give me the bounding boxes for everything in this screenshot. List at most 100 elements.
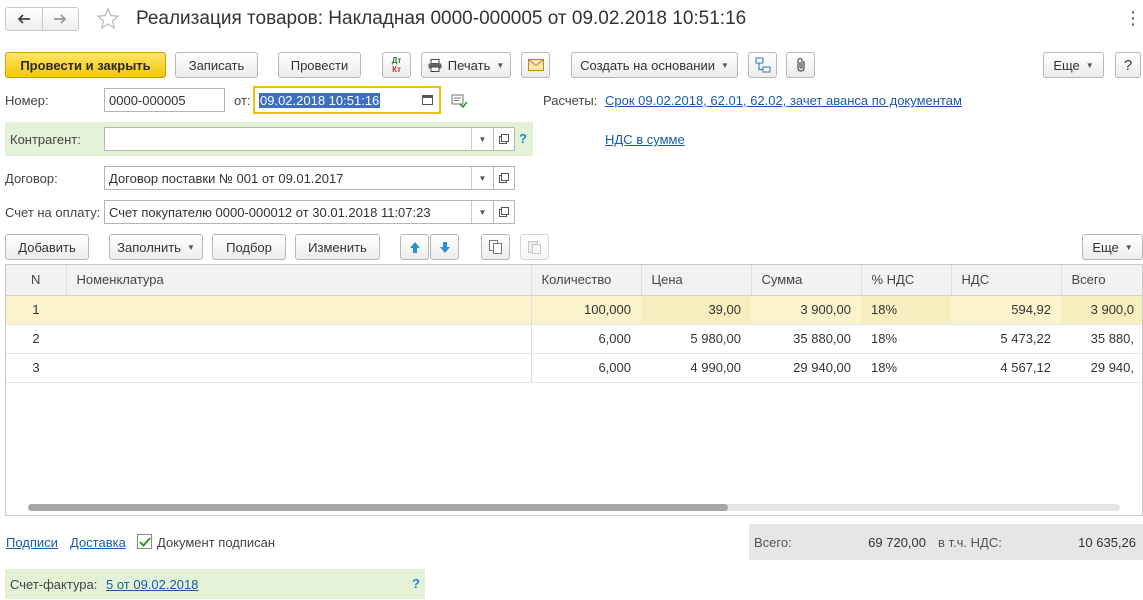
column-header-total[interactable]: Всего (1061, 265, 1142, 296)
cell-vat-rate[interactable]: 18% (861, 295, 951, 325)
chevron-down-icon: ▼ (1085, 60, 1094, 70)
goods-table: N Номенклатура Количество Цена Сумма % Н… (5, 264, 1143, 516)
invoice-field[interactable]: Счет покупателю 0000-000012 от 30.01.201… (104, 200, 494, 224)
cell-qty[interactable]: 100,000 (531, 295, 641, 325)
paste-icon (527, 240, 542, 254)
column-header-vat-rate[interactable]: % НДС (861, 265, 952, 296)
print-button[interactable]: Печать ▼ (421, 52, 511, 78)
contract-open-button[interactable] (493, 166, 515, 190)
cell-item[interactable] (66, 353, 532, 383)
history-icon[interactable] (451, 94, 468, 111)
column-header-qty[interactable]: Количество (531, 265, 642, 296)
cell-total[interactable]: 3 900,0 (1061, 295, 1142, 325)
settlements-link[interactable]: Срок 09.02.2018, 62.01, 62.02, зачет ава… (605, 93, 962, 108)
contract-label: Договор: (5, 171, 58, 186)
window-menu-button[interactable]: ⋮ (1124, 8, 1142, 29)
invoice-dropdown[interactable]: ▼ (471, 201, 493, 223)
create-based-on-label: Создать на основании (580, 57, 715, 73)
contract-field[interactable]: Договор поставки № 001 от 09.01.2017 (104, 166, 494, 190)
table-row[interactable]: 2 6,000 5 980,00 35 880,00 18% 5 473,22 … (6, 324, 1142, 354)
arrow-down-icon (439, 241, 451, 254)
chevron-down-icon: ▼ (186, 242, 195, 252)
save-button[interactable]: Записать (175, 52, 258, 78)
column-header-price[interactable]: Цена (641, 265, 752, 296)
chevron-down-icon: ▼ (496, 60, 505, 70)
more-button[interactable]: Еще ▼ (1043, 52, 1104, 78)
invoice-facture-help[interactable]: ? (412, 576, 420, 591)
email-button[interactable] (521, 52, 550, 78)
cell-sum[interactable]: 35 880,00 (751, 324, 861, 354)
signatures-link[interactable]: Подписи (6, 535, 58, 550)
select-button[interactable]: Подбор (212, 234, 286, 260)
signed-label: Документ подписан (157, 535, 276, 550)
cell-n: 2 (6, 324, 66, 354)
help-button[interactable]: ? (1115, 52, 1141, 78)
post-button[interactable]: Провести (278, 52, 361, 78)
table-row[interactable]: 1 100,000 39,00 3 900,00 18% 594,92 3 90… (6, 295, 1142, 325)
cell-qty[interactable]: 6,000 (531, 324, 641, 354)
table-more-button[interactable]: Еще ▼ (1082, 234, 1143, 260)
column-header-item[interactable]: Номенклатура (66, 265, 532, 296)
horizontal-scrollbar[interactable] (28, 504, 1120, 511)
copy-row-button[interactable] (481, 234, 510, 260)
invoice-open-button[interactable] (493, 200, 515, 224)
cell-price[interactable]: 5 980,00 (641, 324, 751, 354)
signed-checkbox[interactable] (137, 534, 152, 549)
cell-vat[interactable]: 594,92 (951, 295, 1061, 325)
counterparty-help[interactable]: ? (519, 131, 527, 146)
column-header-n[interactable]: N (6, 265, 67, 296)
calendar-icon[interactable] (422, 94, 433, 105)
vat-link[interactable]: НДС в сумме (605, 132, 685, 147)
cell-item[interactable] (66, 324, 532, 354)
open-form-icon (499, 173, 509, 183)
cell-price[interactable]: 39,00 (641, 295, 751, 325)
add-row-button[interactable]: Добавить (5, 234, 89, 260)
fill-button[interactable]: Заполнить ▼ (109, 234, 203, 260)
date-field[interactable]: 09.02.2018 10:51:16 (253, 86, 441, 114)
table-row[interactable]: 3 6,000 4 990,00 29 940,00 18% 4 567,12 … (6, 353, 1142, 383)
envelope-icon (527, 59, 544, 71)
favorite-star-icon[interactable] (96, 7, 120, 34)
move-down-button[interactable] (430, 234, 459, 260)
total-vat-value: 10 635,26 (1078, 535, 1136, 550)
scrollbar-thumb[interactable] (28, 504, 728, 511)
column-header-vat[interactable]: НДС (951, 265, 1062, 296)
create-based-on-button[interactable]: Создать на основании ▼ (571, 52, 738, 78)
delivery-link[interactable]: Доставка (70, 535, 126, 550)
printer-icon (428, 58, 442, 72)
open-form-icon (499, 207, 509, 217)
invoice-facture-link[interactable]: 5 от 09.02.2018 (106, 577, 198, 592)
table-header-row: N Номенклатура Количество Цена Сумма % Н… (6, 265, 1142, 296)
open-form-icon (499, 134, 509, 144)
contract-dropdown[interactable]: ▼ (471, 167, 493, 189)
cell-vat-rate[interactable]: 18% (861, 353, 951, 383)
paste-button[interactable] (520, 234, 549, 260)
cell-vat[interactable]: 4 567,12 (951, 353, 1061, 383)
table-more-label: Еще (1092, 239, 1119, 255)
change-button[interactable]: Изменить (295, 234, 380, 260)
cell-vat[interactable]: 5 473,22 (951, 324, 1061, 354)
number-field[interactable]: 0000-000005 (104, 88, 225, 112)
counterparty-open-button[interactable] (493, 127, 515, 151)
post-and-close-button[interactable]: Провести и закрыть (5, 52, 166, 78)
cell-sum[interactable]: 29 940,00 (751, 353, 861, 383)
move-up-button[interactable] (400, 234, 429, 260)
cell-vat-rate[interactable]: 18% (861, 324, 951, 354)
back-arrow-icon[interactable] (6, 8, 43, 30)
counterparty-field[interactable] (104, 127, 494, 151)
column-header-sum[interactable]: Сумма (751, 265, 862, 296)
attach-button[interactable] (786, 52, 815, 78)
cell-total[interactable]: 29 940, (1061, 353, 1142, 383)
cell-price[interactable]: 4 990,00 (641, 353, 751, 383)
cell-qty[interactable]: 6,000 (531, 353, 641, 383)
cell-item[interactable] (66, 295, 532, 325)
counterparty-dropdown[interactable]: ▼ (471, 128, 493, 150)
kt-label: Кт (392, 65, 401, 74)
cell-sum[interactable]: 3 900,00 (751, 295, 861, 325)
structure-button[interactable] (748, 52, 777, 78)
counterparty-label: Контрагент: (10, 132, 81, 147)
forward-arrow-icon[interactable] (43, 8, 79, 30)
date-from-label: от: (234, 93, 251, 108)
cell-total[interactable]: 35 880, (1061, 324, 1142, 354)
dtkt-button[interactable]: Дт Кт (382, 52, 411, 78)
